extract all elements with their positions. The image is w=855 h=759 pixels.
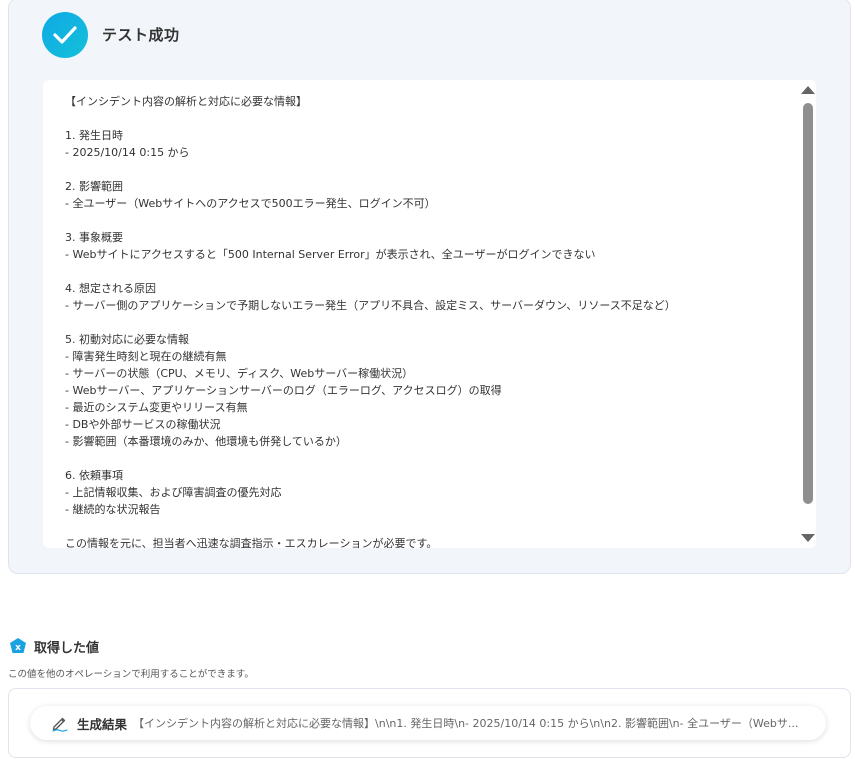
success-check-icon bbox=[42, 12, 88, 58]
output-text: 【インシデント内容の解析と対応に必要な情報】 1. 発生日時 - 2025/10… bbox=[65, 95, 676, 548]
test-result-title: テスト成功 bbox=[102, 26, 180, 44]
scroll-down-arrow-icon[interactable] bbox=[801, 534, 815, 542]
scrollbar-thumb[interactable] bbox=[803, 103, 813, 504]
chip-value: 【インシデント内容の解析と対応に必要な情報】\n\n1. 発生日時\n- 202… bbox=[133, 717, 799, 730]
pen-icon bbox=[51, 714, 69, 732]
generated-result-chip[interactable]: 生成結果 【インシデント内容の解析と対応に必要な情報】\n\n1. 発生日時\n… bbox=[30, 706, 826, 740]
variable-x-icon: x bbox=[9, 637, 27, 655]
output-text-area[interactable]: 【インシデント内容の解析と対応に必要な情報】 1. 発生日時 - 2025/10… bbox=[43, 80, 816, 548]
acquired-values-description: この値を他のオペレーションで利用することができます。 bbox=[8, 669, 254, 680]
acquired-values-title: 取得した値 bbox=[34, 641, 100, 656]
svg-text:x: x bbox=[15, 643, 21, 653]
scroll-up-arrow-icon[interactable] bbox=[801, 86, 815, 94]
chip-label: 生成結果 bbox=[77, 716, 128, 732]
